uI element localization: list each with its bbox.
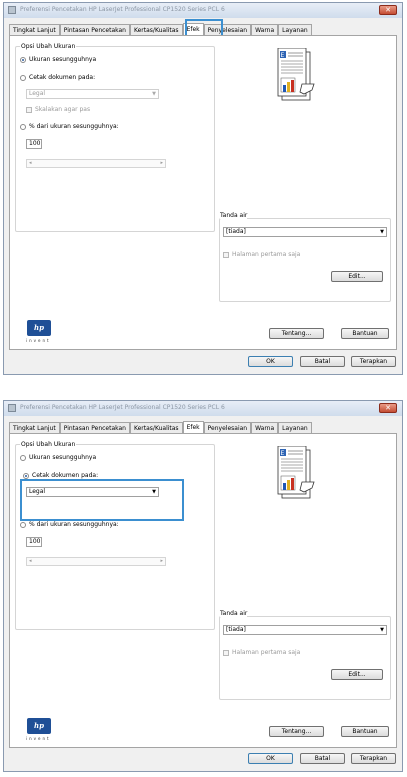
help-button[interactable]: Bantuan [341,328,389,339]
watermark-value: [tiada] [226,626,246,633]
cancel-button[interactable]: Batal [300,356,345,367]
about-button[interactable]: Tentang... [269,726,324,737]
print-preferences-dialog-1: Preferensi Pencetakan HP LaserJet Profes… [3,2,403,375]
tab-color[interactable]: Warna [251,422,279,433]
chevron-down-icon: ▼ [380,627,384,633]
page-preview-icon: E [277,446,315,499]
paper-size-value: Legal [29,90,46,97]
arrow-left-icon: ◂ [29,160,32,166]
first-page-only-label: Halaman pertama saja [232,649,301,656]
resize-options-title: Opsi Ubah Ukuran [20,43,77,50]
printer-icon [8,404,16,412]
watermark-label: Tanda air [220,212,248,219]
chevron-down-icon: ▼ [380,229,384,235]
paper-size-dropdown[interactable]: Legal ▼ [26,89,159,99]
tab-color[interactable]: Warna [251,24,279,35]
percent-label: % dari ukuran sesungguhnya: [29,521,119,528]
apply-button[interactable]: Terapkan [351,356,396,367]
actual-size-label: Ukuran sesungguhnya [29,454,97,461]
actual-size-radio[interactable] [20,57,26,63]
actual-size-label: Ukuran sesungguhnya [29,56,97,63]
tab-services[interactable]: Layanan [278,422,312,433]
cancel-button[interactable]: Batal [300,753,345,764]
hp-logo: hp [27,718,51,734]
close-button[interactable]: ✕ [379,403,397,413]
apply-button[interactable]: Terapkan [351,753,396,764]
hp-invent-text: invent [26,338,51,343]
tab-paper-quality[interactable]: Kertas/Kualitas [129,24,183,35]
svg-text:E: E [281,450,285,457]
effects-panel: Opsi Ubah Ukuran Ukuran sesungguhnya Cet… [9,433,397,748]
tab-shortcuts[interactable]: Pintasan Pencetakan [59,422,130,433]
print-preferences-dialog-2: Preferensi Pencetakan HP LaserJet Profes… [3,400,403,772]
percent-input[interactable]: 100 [26,139,42,149]
window-title: Preferensi Pencetakan HP LaserJet Profes… [20,404,225,411]
help-button[interactable]: Bantuan [341,726,389,737]
ok-button[interactable]: OK [248,356,293,367]
print-on-label: Cetak dokumen pada: [29,74,96,81]
edit-watermark-button[interactable]: Edit... [331,669,383,680]
edit-watermark-button[interactable]: Edit... [331,271,383,282]
tab-finishing[interactable]: Penyelesaian [203,422,252,433]
tab-paper-quality[interactable]: Kertas/Kualitas [129,422,183,433]
watermark-label: Tanda air [220,610,248,617]
arrow-left-icon: ◂ [29,558,32,564]
print-on-label: Cetak dokumen pada: [32,472,99,479]
tab-services[interactable]: Layanan [278,24,312,35]
percent-slider[interactable]: ◂ ▸ [26,557,166,566]
ok-button[interactable]: OK [248,753,293,764]
percent-slider[interactable]: ◂ ▸ [26,159,166,168]
tab-advanced[interactable]: Tingkat Lanjut [9,422,60,433]
page-preview-icon: E [277,48,315,101]
printer-icon [8,6,16,14]
watermark-value: [tiada] [226,228,246,235]
tab-strip: Tingkat Lanjut Pintasan Pencetakan Kerta… [9,421,312,434]
chevron-down-icon: ▼ [152,91,156,97]
watermark-group: Tanda air [tiada] ▼ Halaman pertama saja… [219,212,391,302]
percent-label: % dari ukuran sesungguhnya: [29,123,119,130]
title-bar: Preferensi Pencetakan HP LaserJet Profes… [4,401,402,416]
first-page-only-label: Halaman pertama saja [232,251,301,258]
watermark-dropdown[interactable]: [tiada] ▼ [223,625,387,635]
tab-shortcuts[interactable]: Pintasan Pencetakan [59,24,130,35]
effects-panel: Opsi Ubah Ukuran Ukuran sesungguhnya Cet… [9,35,397,350]
resize-options-group: Opsi Ubah Ukuran Ukuran sesungguhnya Cet… [15,441,215,630]
hp-invent-text: invent [26,736,51,741]
watermark-group: Tanda air [tiada] ▼ Halaman pertama saja… [219,610,391,700]
watermark-dropdown[interactable]: [tiada] ▼ [223,227,387,237]
tab-strip: Tingkat Lanjut Pintasan Pencetakan Kerta… [9,23,312,36]
arrow-right-icon: ▸ [160,558,163,564]
first-page-only-checkbox[interactable] [223,650,229,656]
print-on-highlight [20,479,184,521]
hp-logo: hp [27,320,51,336]
percent-radio[interactable] [20,124,26,130]
percent-input[interactable]: 100 [26,537,42,547]
window-title: Preferensi Pencetakan HP LaserJet Profes… [20,6,225,13]
close-button[interactable]: ✕ [379,5,397,15]
scale-to-fit-checkbox[interactable] [26,107,32,113]
first-page-only-checkbox[interactable] [223,252,229,258]
resize-options-title: Opsi Ubah Ukuran [20,441,77,448]
svg-text:E: E [281,52,285,59]
tab-advanced[interactable]: Tingkat Lanjut [9,24,60,35]
scale-to-fit-label: Skalakan agar pas [35,106,91,113]
title-bar: Preferensi Pencetakan HP LaserJet Profes… [4,3,402,18]
print-on-radio[interactable] [20,75,26,81]
about-button[interactable]: Tentang... [269,328,324,339]
actual-size-radio[interactable] [20,455,26,461]
percent-radio[interactable] [20,522,26,528]
arrow-right-icon: ▸ [160,160,163,166]
resize-options-group: Opsi Ubah Ukuran Ukuran sesungguhnya Cet… [15,43,215,232]
